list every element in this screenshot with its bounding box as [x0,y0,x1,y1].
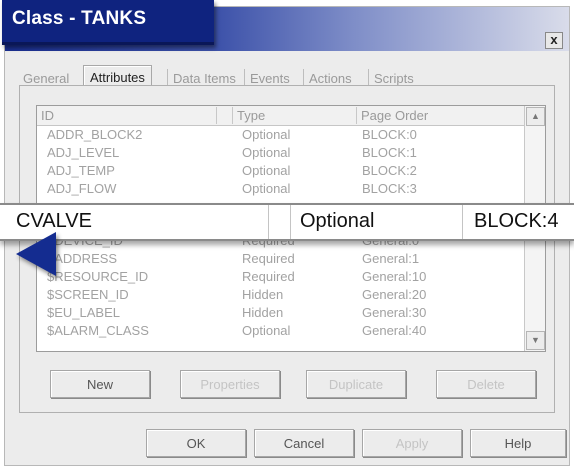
cell-id: ADJ_TEMP [47,163,115,178]
column-header-page-order[interactable]: Page Order [357,107,525,124]
cell-type: Required [242,269,295,284]
cell-page-order: General:30 [362,305,427,320]
apply-button[interactable]: Apply [362,429,462,457]
table-row[interactable]: $EU_LABEL Hidden General:30 [37,304,525,322]
cell-type: Optional [242,127,291,142]
title-callout: Class - TANKS [2,0,214,45]
cell-id: $SCREEN_ID [47,287,129,302]
column-header-spacer [217,107,233,124]
cell-type: Optional [242,323,291,338]
table-row[interactable]: ADDR_BLOCK2 Optional BLOCK:0 [37,126,525,144]
table-row[interactable]: $RESOURCE_ID Required General:10 [37,268,525,286]
cell-type: Hidden [242,287,284,302]
selected-cell-id: CVALVE [16,210,92,232]
cell-id: $ADDRESS [47,251,118,266]
close-button[interactable]: x [545,32,563,49]
cell-page-order: General:1 [362,251,420,266]
cell-page-order: BLOCK:1 [362,145,417,160]
table-row[interactable]: ADJ_FLOW Optional BLOCK:3 [37,180,525,198]
table-row[interactable]: $SCREEN_ID Hidden General:20 [37,286,525,304]
table-row[interactable]: ADJ_LEVEL Optional BLOCK:1 [37,144,525,162]
delete-button[interactable]: Delete [436,370,536,398]
cell-id: ADJ_LEVEL [47,145,120,160]
table-row[interactable]: ADJ_TEMP Optional BLOCK:2 [37,162,525,180]
cell-id: $EU_LABEL [47,305,120,320]
cell-page-order: BLOCK:0 [362,127,417,142]
pointer-arrow-icon [16,232,56,276]
scroll-up-icon[interactable]: ▲ [526,107,545,126]
cell-type: Optional [242,163,291,178]
cell-page-order: General:20 [362,287,427,302]
window-title: Class - TANKS [12,8,147,29]
column-header-id[interactable]: ID [37,107,217,124]
cell-type: Optional [242,181,291,196]
cell-id: ADDR_BLOCK2 [47,127,143,142]
cell-id: $ALARM_CLASS [47,323,149,338]
selected-cell-type: Optional [300,210,375,232]
cell-page-order: BLOCK:2 [362,163,417,178]
selected-cell-page-order: BLOCK:4 [474,210,559,232]
selected-row-callout[interactable]: CVALVE Optional BLOCK:4 [0,203,574,241]
table-row[interactable]: $ALARM_CLASS Optional General:40 [37,322,525,340]
properties-button[interactable]: Properties [180,370,280,398]
column-divider [290,205,291,239]
column-divider [462,205,463,239]
cell-page-order: General:10 [362,269,427,284]
cell-type: Optional [242,145,291,160]
cell-type: Hidden [242,305,284,320]
cell-id: ADJ_FLOW [47,181,117,196]
duplicate-button[interactable]: Duplicate [306,370,406,398]
new-button[interactable]: New [50,370,150,398]
cancel-button[interactable]: Cancel [254,429,354,457]
ok-button[interactable]: OK [146,429,246,457]
list-header: ID Type Page Order [37,106,525,126]
help-button[interactable]: Help [470,429,566,457]
cell-page-order: BLOCK:3 [362,181,417,196]
cell-page-order: General:40 [362,323,427,338]
column-divider [268,205,269,239]
column-header-type[interactable]: Type [233,107,357,124]
scroll-down-icon[interactable]: ▼ [526,331,545,350]
cell-id: $RESOURCE_ID [47,269,149,284]
cell-type: Required [242,251,295,266]
table-row[interactable]: $ADDRESS Required General:1 [37,250,525,268]
